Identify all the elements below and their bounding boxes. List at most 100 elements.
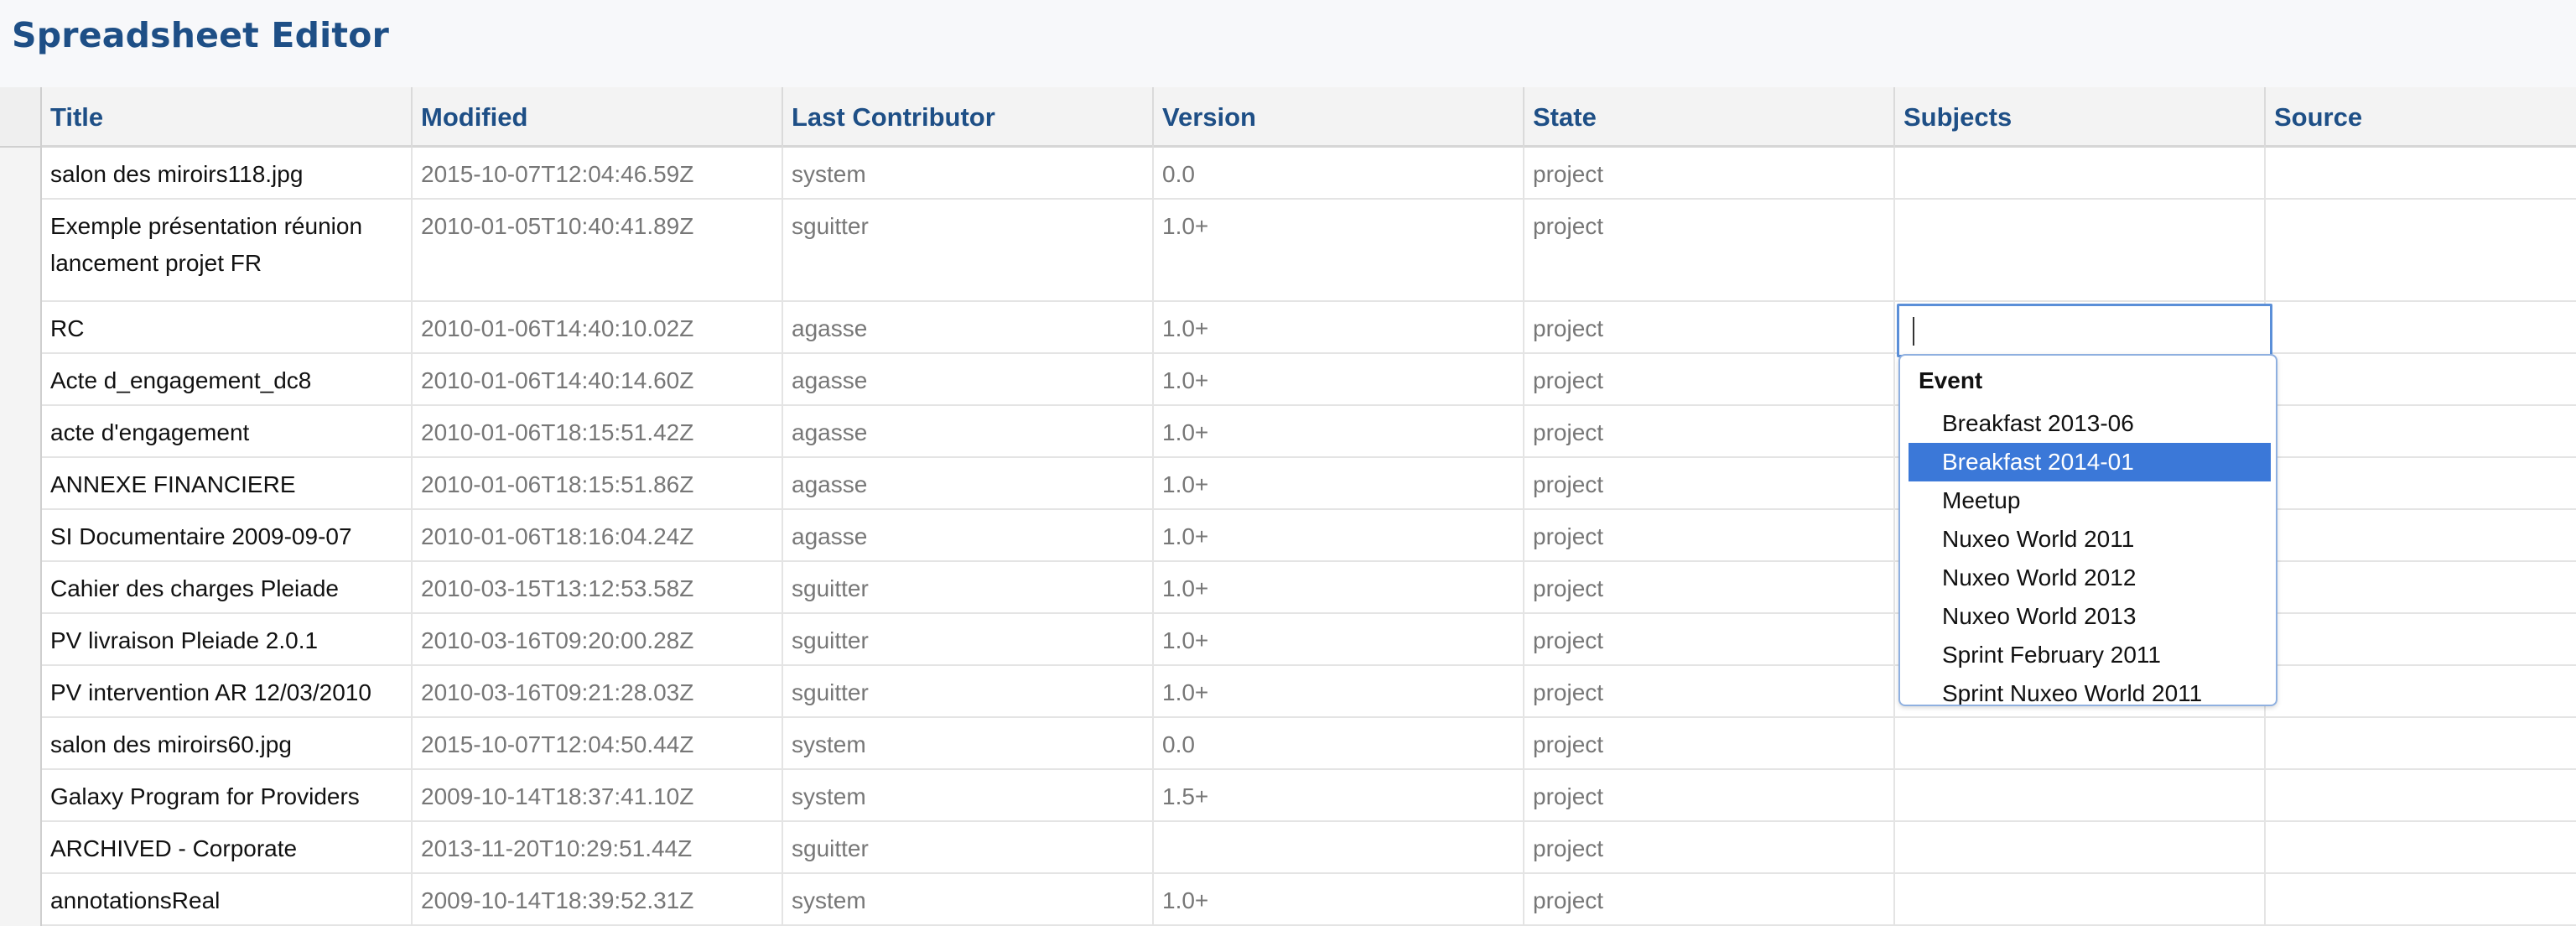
column-header-title[interactable]: Title: [42, 87, 413, 148]
table-cell-modified[interactable]: 2010-01-05T10:40:41.89Z: [413, 200, 783, 302]
table-cell-title[interactable]: ARCHIVED - Corporate: [42, 822, 413, 874]
table-cell-source[interactable]: [2266, 354, 2576, 406]
dropdown-option[interactable]: Sprint February 2011: [1909, 636, 2271, 674]
table-cell-last-contributor[interactable]: sguitter: [783, 200, 1154, 302]
table-cell-subjects[interactable]: [1895, 148, 2266, 200]
table-cell-state[interactable]: project: [1524, 614, 1895, 666]
table-cell-modified[interactable]: 2010-01-06T18:15:51.86Z: [413, 458, 783, 510]
table-cell-title[interactable]: RC: [42, 302, 413, 354]
table-cell-subjects[interactable]: [1895, 200, 2266, 302]
table-cell-source[interactable]: [2266, 200, 2576, 302]
table-cell-source[interactable]: [2266, 302, 2576, 354]
table-cell-version[interactable]: 1.0+: [1154, 874, 1524, 926]
table-cell-modified[interactable]: 2010-01-06T14:40:10.02Z: [413, 302, 783, 354]
table-cell-modified[interactable]: 2013-11-20T10:29:51.44Z: [413, 822, 783, 874]
table-cell-modified[interactable]: 2010-01-06T18:15:51.42Z: [413, 406, 783, 458]
subjects-cell-editor[interactable]: [1897, 304, 2272, 357]
table-cell-version[interactable]: 1.0+: [1154, 614, 1524, 666]
dropdown-option[interactable]: Nuxeo World 2012: [1909, 559, 2271, 597]
column-header-subjects[interactable]: Subjects: [1895, 87, 2266, 148]
table-cell-state[interactable]: project: [1524, 718, 1895, 770]
table-cell-title[interactable]: ANNEXE FINANCIERE: [42, 458, 413, 510]
table-cell-source[interactable]: [2266, 874, 2576, 926]
column-header-modified[interactable]: Modified: [413, 87, 783, 148]
table-cell-title[interactable]: salon des miroirs60.jpg: [42, 718, 413, 770]
table-cell-state[interactable]: project: [1524, 200, 1895, 302]
table-cell-version[interactable]: 0.0: [1154, 148, 1524, 200]
column-header-version[interactable]: Version: [1154, 87, 1524, 148]
table-cell-source[interactable]: [2266, 822, 2576, 874]
table-cell-source[interactable]: [2266, 458, 2576, 510]
table-cell-last-contributor[interactable]: sguitter: [783, 562, 1154, 614]
table-cell-title[interactable]: PV intervention AR 12/03/2010: [42, 666, 413, 718]
column-header-last-contributor[interactable]: Last Contributor: [783, 87, 1154, 148]
table-cell-modified[interactable]: 2015-10-07T12:04:50.44Z: [413, 718, 783, 770]
table-cell-source[interactable]: [2266, 718, 2576, 770]
table-cell-version[interactable]: 1.0+: [1154, 406, 1524, 458]
subjects-input[interactable]: [1899, 306, 2270, 355]
table-cell-title[interactable]: Acte d_engagement_dc8: [42, 354, 413, 406]
table-cell-title[interactable]: salon des miroirs118.jpg: [42, 148, 413, 200]
table-cell-last-contributor[interactable]: agasse: [783, 302, 1154, 354]
table-cell-state[interactable]: project: [1524, 666, 1895, 718]
dropdown-option[interactable]: Breakfast 2013-06: [1909, 404, 2271, 443]
table-cell-title[interactable]: Exemple présentation réunion lancement p…: [42, 200, 413, 302]
table-cell-last-contributor[interactable]: system: [783, 874, 1154, 926]
table-cell-version[interactable]: 1.0+: [1154, 562, 1524, 614]
table-cell-state[interactable]: project: [1524, 874, 1895, 926]
table-cell-source[interactable]: [2266, 666, 2576, 718]
table-cell-title[interactable]: PV livraison Pleiade 2.0.1: [42, 614, 413, 666]
table-cell-modified[interactable]: 2009-10-14T18:39:52.31Z: [413, 874, 783, 926]
table-cell-title[interactable]: acte d'engagement: [42, 406, 413, 458]
table-cell-last-contributor[interactable]: system: [783, 148, 1154, 200]
table-cell-modified[interactable]: 2009-10-14T18:37:41.10Z: [413, 770, 783, 822]
table-cell-state[interactable]: project: [1524, 302, 1895, 354]
dropdown-option[interactable]: Nuxeo World 2011: [1909, 520, 2271, 559]
table-cell-modified[interactable]: 2015-10-07T12:04:46.59Z: [413, 148, 783, 200]
table-cell-subjects[interactable]: [1895, 718, 2266, 770]
table-cell-last-contributor[interactable]: agasse: [783, 458, 1154, 510]
table-cell-version[interactable]: 1.0+: [1154, 302, 1524, 354]
column-header-state[interactable]: State: [1524, 87, 1895, 148]
table-cell-title[interactable]: Cahier des charges Pleiade: [42, 562, 413, 614]
table-cell-subjects[interactable]: [1895, 822, 2266, 874]
table-cell-modified[interactable]: 2010-03-16T09:20:00.28Z: [413, 614, 783, 666]
table-cell-title[interactable]: annotationsReal: [42, 874, 413, 926]
table-cell-subjects[interactable]: [1895, 770, 2266, 822]
dropdown-option[interactable]: Nuxeo World 2013: [1909, 597, 2271, 636]
table-cell-version[interactable]: [1154, 822, 1524, 874]
table-cell-version[interactable]: 1.5+: [1154, 770, 1524, 822]
table-cell-last-contributor[interactable]: sguitter: [783, 822, 1154, 874]
table-cell-source[interactable]: [2266, 148, 2576, 200]
table-cell-state[interactable]: project: [1524, 562, 1895, 614]
table-cell-title[interactable]: SI Documentaire 2009-09-07: [42, 510, 413, 562]
table-cell-source[interactable]: [2266, 770, 2576, 822]
table-cell-state[interactable]: project: [1524, 406, 1895, 458]
table-cell-source[interactable]: [2266, 614, 2576, 666]
table-cell-state[interactable]: project: [1524, 458, 1895, 510]
table-cell-last-contributor[interactable]: agasse: [783, 354, 1154, 406]
table-cell-state[interactable]: project: [1524, 354, 1895, 406]
table-cell-version[interactable]: 1.0+: [1154, 354, 1524, 406]
table-cell-state[interactable]: project: [1524, 510, 1895, 562]
table-cell-version[interactable]: 1.0+: [1154, 200, 1524, 302]
table-cell-title[interactable]: Galaxy Program for Providers: [42, 770, 413, 822]
table-cell-state[interactable]: project: [1524, 148, 1895, 200]
table-cell-version[interactable]: 0.0: [1154, 718, 1524, 770]
table-cell-last-contributor[interactable]: system: [783, 770, 1154, 822]
table-cell-version[interactable]: 1.0+: [1154, 458, 1524, 510]
table-cell-version[interactable]: 1.0+: [1154, 666, 1524, 718]
table-cell-last-contributor[interactable]: sguitter: [783, 666, 1154, 718]
table-cell-modified[interactable]: 2010-01-06T14:40:14.60Z: [413, 354, 783, 406]
dropdown-option[interactable]: Meetup: [1909, 481, 2271, 520]
table-cell-last-contributor[interactable]: agasse: [783, 406, 1154, 458]
table-cell-state[interactable]: project: [1524, 770, 1895, 822]
table-cell-subjects[interactable]: [1895, 874, 2266, 926]
table-cell-source[interactable]: [2266, 562, 2576, 614]
table-cell-version[interactable]: 1.0+: [1154, 510, 1524, 562]
table-cell-modified[interactable]: 2010-03-16T09:21:28.03Z: [413, 666, 783, 718]
table-cell-source[interactable]: [2266, 510, 2576, 562]
table-cell-state[interactable]: project: [1524, 822, 1895, 874]
table-cell-modified[interactable]: 2010-01-06T18:16:04.24Z: [413, 510, 783, 562]
dropdown-option[interactable]: Breakfast 2014-01: [1909, 443, 2271, 481]
